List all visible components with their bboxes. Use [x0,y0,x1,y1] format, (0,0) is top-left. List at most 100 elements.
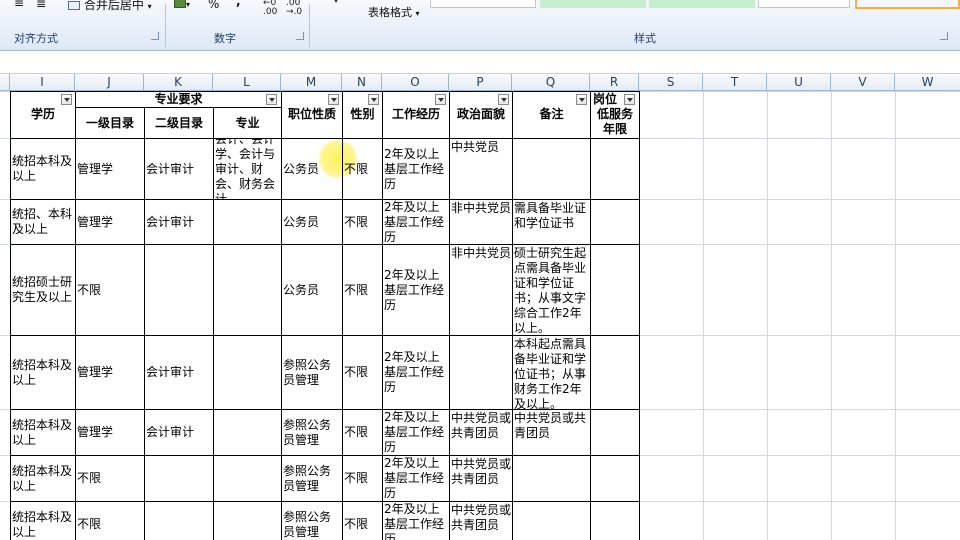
column-header-P[interactable]: P [449,74,512,91]
cell-level1[interactable]: 管理学 [77,336,143,409]
cell-level2[interactable] [146,456,212,501]
cell-major[interactable] [215,245,280,335]
cell-min-service[interactable] [592,456,638,501]
cell-level2[interactable] [146,502,212,540]
column-header-S[interactable]: S [639,74,703,91]
cell-political-status[interactable]: 非中共党员 [451,200,511,244]
column-header-N[interactable]: N [342,74,382,91]
cell-major[interactable] [215,336,280,409]
cell-work-experience[interactable]: 2年及以上基层工作经历 [384,200,448,244]
filter-dropdown-icon[interactable] [328,94,339,105]
format-as-table-button[interactable]: 表格格式 ▾ [368,4,420,20]
cell-min-service[interactable] [592,139,638,199]
column-header-V[interactable]: V [831,74,895,91]
cell-position-nature[interactable]: 公务员 [283,245,341,335]
cell-level2[interactable] [146,245,212,335]
column-header-M[interactable]: M [281,74,342,91]
cell-education[interactable]: 统招本科及以上 [12,336,75,409]
cell-gender[interactable]: 不限 [344,200,381,244]
cell-work-experience[interactable]: 2年及以上基层工作经历 [384,139,448,199]
indent-icon[interactable]: ≣ [36,0,46,10]
cell-remarks[interactable]: 需具备毕业证和学位证书 [514,200,589,244]
cell-education[interactable]: 统招硕士研究生及以上 [12,245,75,335]
accounting-format-button[interactable]: ▾ [174,0,190,10]
cell-major[interactable] [215,410,280,455]
cell-position-nature[interactable]: 参照公务员管理 [283,456,341,501]
cell-position-nature[interactable]: 公务员 [283,139,341,199]
cell-min-service[interactable] [592,410,638,455]
cell-major[interactable] [215,456,280,501]
column-header-W[interactable]: W [895,74,960,91]
column-header-U[interactable]: U [767,74,831,91]
filter-dropdown-icon[interactable] [435,94,446,105]
cell-work-experience[interactable]: 2年及以上基层工作经历 [384,336,448,409]
column-header-H[interactable] [0,74,10,91]
cell-position-nature[interactable]: 公务员 [283,200,341,244]
cell-education[interactable]: 统招本科及以上 [12,410,75,455]
align-left-icon[interactable]: ≡ [14,0,24,10]
merge-center-button[interactable]: 合并后居中 ▾ [68,0,152,13]
filter-dropdown-icon[interactable] [624,94,635,105]
cell-style-good[interactable] [540,0,646,8]
decrease-decimal-button[interactable]: .00 →.0 [286,0,302,17]
alignment-dialog-launcher-icon[interactable] [151,32,159,40]
cell-level2[interactable]: 会计审计 [146,410,212,455]
cell-education[interactable]: 统招、本科及以上 [12,200,75,244]
cell-remarks[interactable] [514,456,589,501]
cell-political-status[interactable]: 中共党员或共青团员 [451,410,511,455]
cell-major[interactable] [215,200,280,244]
cell-style-selected[interactable] [855,0,960,9]
cell-remarks[interactable]: 本科起点需具备毕业证和学位证书；从事财务工作2年及以上。 [514,336,589,409]
cell-work-experience[interactable]: 2年及以上基层工作经历 [384,456,448,501]
percent-style-button[interactable]: % [208,0,219,11]
cell-work-experience[interactable]: 2年及以上基层工作经历 [384,410,448,455]
cell-min-service[interactable] [592,336,638,409]
cell-education[interactable]: 统招本科及以上 [12,456,75,501]
filter-dropdown-icon[interactable] [576,94,587,105]
column-header-J[interactable]: J [75,74,144,91]
cell-work-experience[interactable]: 2年及以上基层工作经历 [384,245,448,335]
cell-level1[interactable]: 不限 [77,502,143,540]
number-dialog-launcher-icon[interactable] [296,32,304,40]
cell-level2[interactable]: 会计审计 [146,336,212,409]
cell-position-nature[interactable]: 参照公务员管理 [283,502,341,540]
column-header-I[interactable]: I [10,74,75,91]
cell-major[interactable]: 会计、会计学、会计与审计、财会、财务会计 [215,139,280,199]
cell-remarks[interactable] [514,502,589,540]
cell-level1[interactable]: 管理学 [77,410,143,455]
cell-position-nature[interactable]: 参照公务员管理 [283,410,341,455]
cell-gender[interactable]: 不限 [344,139,381,199]
cell-gender[interactable]: 不限 [344,502,381,540]
column-header-K[interactable]: K [144,74,213,91]
cell-political-status[interactable]: 中共党员或共青团员 [451,502,511,540]
cell-gender[interactable]: 不限 [344,336,381,409]
cell-level1[interactable]: 不限 [77,245,143,335]
cell-remarks[interactable]: 硕士研究生起点需具备毕业证和学位证书；从事文字综合工作2年以上。 [514,245,589,335]
cell-position-nature[interactable]: 参照公务员管理 [283,336,341,409]
comma-style-button[interactable]: , [236,0,241,8]
cell-gender[interactable]: 不限 [344,410,381,455]
filter-dropdown-icon[interactable] [368,94,379,105]
cell-political-status[interactable]: 中共党员 [451,139,511,199]
cell-education[interactable]: 统招本科及以上 [12,139,75,199]
styles-dialog-launcher-icon[interactable] [940,32,948,40]
cell-gender[interactable]: 不限 [344,245,381,335]
cell-remarks[interactable] [514,139,589,199]
cell-political-status[interactable] [451,336,511,409]
conditional-format-dropdown-icon[interactable]: ▾ [334,0,338,5]
worksheet-grid[interactable]: 学历 专业要求 一级目录 二级目录 专业 职位性质 性别 工作经历 政治面貌 备… [0,91,960,540]
cell-style-neutral[interactable] [758,0,850,8]
cell-gender[interactable]: 不限 [344,456,381,501]
cell-major[interactable] [215,502,280,540]
column-header-Q[interactable]: Q [512,74,590,91]
column-header-L[interactable]: L [213,74,281,91]
filter-dropdown-icon[interactable] [498,94,509,105]
cell-min-service[interactable] [592,200,638,244]
cell-level2[interactable]: 会计审计 [146,200,212,244]
filter-dropdown-icon[interactable] [61,94,72,105]
column-header-T[interactable]: T [703,74,767,91]
cell-remarks[interactable]: 中共党员或共青团员 [514,410,589,455]
cell-level1[interactable]: 不限 [77,456,143,501]
cell-min-service[interactable] [592,245,638,335]
filter-dropdown-icon[interactable] [266,94,277,105]
